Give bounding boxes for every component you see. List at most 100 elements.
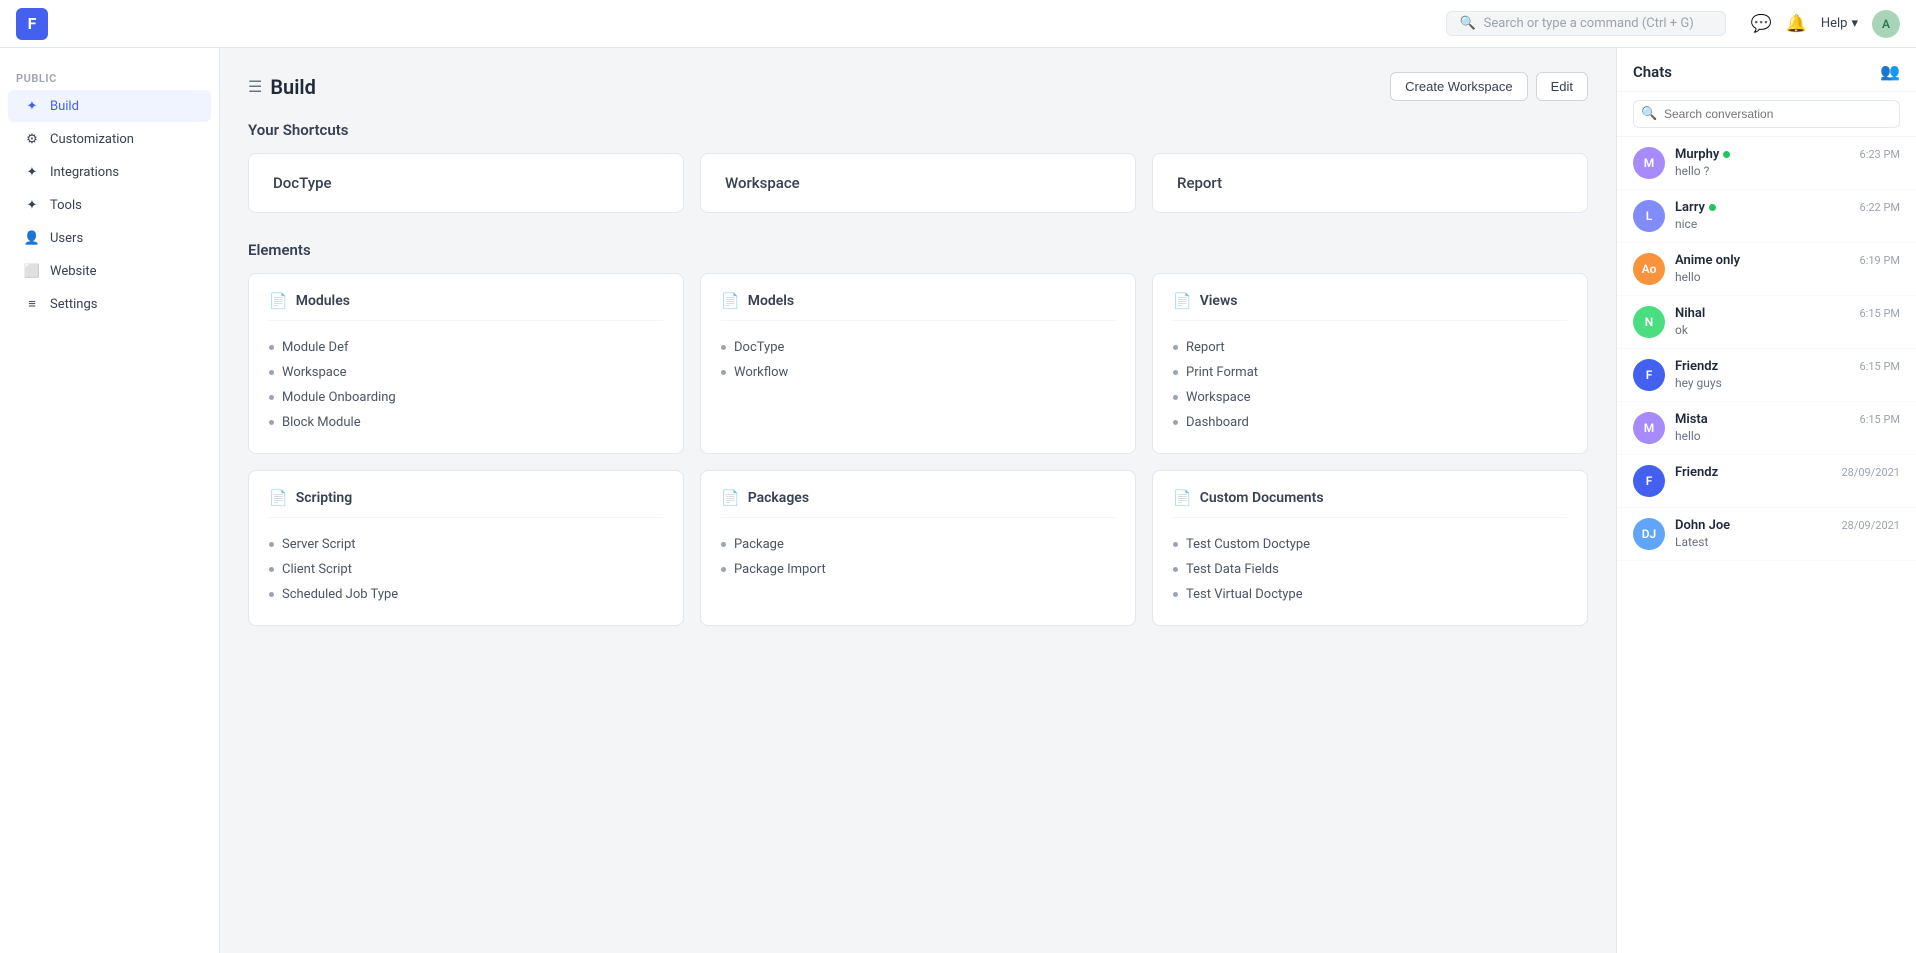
menu-toggle-icon[interactable]: ☰: [248, 77, 262, 96]
sidebar-item-customization[interactable]: ⚙ Customization: [8, 123, 211, 155]
element-card-custom-documents: 📄Custom Documents Test Custom Doctype Test…: [1152, 470, 1588, 626]
list-item[interactable]: Print Format: [1173, 360, 1567, 385]
sidebar-section-public: PUBLIC: [0, 64, 219, 89]
list-item[interactable]: Client Script: [269, 557, 663, 582]
chat-avatar: L: [1633, 200, 1665, 232]
chat-preview: ok: [1675, 323, 1900, 337]
element-item-label: Module Def: [282, 340, 349, 355]
chevron-down-icon: ▾: [1851, 16, 1858, 31]
chat-info: Nihal 6:15 PM ok: [1675, 306, 1900, 337]
element-card-header-modules: 📄Modules: [269, 292, 663, 321]
bullet-icon: [269, 542, 274, 547]
list-item[interactable]: Server Script: [269, 532, 663, 557]
sidebar-label-integrations: Integrations: [50, 165, 119, 180]
customization-icon: ⚙: [24, 131, 40, 147]
user-avatar[interactable]: A: [1872, 10, 1900, 38]
bullet-icon: [269, 567, 274, 572]
chat-avatar: DJ: [1633, 518, 1665, 550]
element-card-packages: 📄 Packages PackagePackage Import: [700, 470, 1136, 626]
sidebar-item-build[interactable]: ✦ Build: [8, 90, 211, 122]
bullet-icon: [269, 420, 274, 425]
chat-time: 6:23 PM: [1860, 148, 1900, 161]
settings-icon: ≡: [24, 296, 40, 312]
help-label: Help: [1821, 16, 1848, 31]
element-card-title: Views: [1200, 293, 1238, 309]
element-card-views: 📄 Views Report Print Format Workspace Dashboa…: [1152, 273, 1588, 454]
sidebar-item-integrations[interactable]: ✦ Integrations: [8, 156, 211, 188]
users-icon: 👤: [24, 230, 40, 246]
element-item-label: Print Format: [1186, 365, 1258, 380]
bullet-icon: [1173, 542, 1178, 547]
chat-preview: Latest: [1675, 535, 1900, 549]
bullet-icon: [721, 370, 726, 375]
doc-icon: 📄: [1173, 292, 1192, 310]
sidebar-item-tools[interactable]: ✦ Tools: [8, 189, 211, 221]
sidebar-item-settings[interactable]: ≡ Settings: [8, 288, 211, 320]
sidebar-item-users[interactable]: 👤 Users: [8, 222, 211, 254]
element-card-header-custom-documents: 📄Custom Documents: [1173, 489, 1567, 518]
create-workspace-button[interactable]: Create Workspace: [1390, 72, 1527, 101]
chat-users-icon[interactable]: 👥: [1880, 62, 1900, 81]
chat-list-item[interactable]: M Murphy 6:23 PM hello ?: [1617, 137, 1916, 190]
element-item-label: Workspace: [1186, 390, 1251, 405]
chat-list-item[interactable]: F Friendz 6:15 PM hey guys: [1617, 349, 1916, 402]
build-icon: ✦: [24, 98, 40, 114]
bell-icon[interactable]: 🔔: [1786, 14, 1807, 34]
shortcut-doctype[interactable]: DocType: [248, 153, 684, 213]
bullet-icon: [721, 542, 726, 547]
element-card-header-scripting: 📄Scripting: [269, 489, 663, 518]
chat-avatar: F: [1633, 359, 1665, 391]
list-item[interactable]: DocType: [721, 335, 1115, 360]
chat-icon[interactable]: 💬: [1750, 14, 1771, 34]
list-item[interactable]: Scheduled Job Type: [269, 582, 663, 607]
element-card-scripting: 📄Scripting Server ScriptClient ScriptSche…: [248, 470, 684, 626]
list-item[interactable]: Report: [1173, 335, 1567, 360]
list-item[interactable]: Workspace: [1173, 385, 1567, 410]
chat-list-item[interactable]: M Mista 6:15 PM hello: [1617, 402, 1916, 455]
shortcuts-title: Your Shortcuts: [248, 121, 1588, 139]
chat-list-item[interactable]: L Larry 6:22 PM nice: [1617, 190, 1916, 243]
bullet-icon: [1173, 345, 1178, 350]
element-item-label: Test Data Fields: [1186, 562, 1279, 577]
list-item[interactable]: Block Module: [269, 410, 663, 435]
list-item[interactable]: Package Import: [721, 557, 1115, 582]
chat-search-input[interactable]: [1633, 100, 1900, 128]
list-item[interactable]: Test Data Fields: [1173, 557, 1567, 582]
sidebar-item-website[interactable]: ⬜ Website: [8, 255, 211, 287]
doc-icon: 📄: [1173, 489, 1192, 507]
doc-icon: 📄: [721, 489, 740, 507]
list-item[interactable]: Workspace: [269, 360, 663, 385]
chat-list-item[interactable]: F Friendz 28/09/2021: [1617, 455, 1916, 508]
bullet-icon: [1173, 370, 1178, 375]
list-item[interactable]: Test Virtual Doctype: [1173, 582, 1567, 607]
bullet-icon: [1173, 395, 1178, 400]
shortcut-report[interactable]: Report: [1152, 153, 1588, 213]
chat-list: M Murphy 6:23 PM hello ? L Larry 6:22 PM…: [1617, 137, 1916, 953]
help-button[interactable]: Help ▾: [1821, 16, 1858, 31]
app-logo[interactable]: F: [16, 8, 48, 40]
chat-time: 6:15 PM: [1860, 307, 1900, 320]
element-card-header-models: 📄Models: [721, 292, 1115, 321]
list-item[interactable]: Test Custom Doctype: [1173, 532, 1567, 557]
sidebar-label-build: Build: [50, 99, 79, 114]
element-item-label: Test Virtual Doctype: [1186, 587, 1303, 602]
chat-name: Friendz: [1675, 359, 1718, 374]
list-item[interactable]: Module Def: [269, 335, 663, 360]
chat-list-item[interactable]: Ao Anime only 6:19 PM hello: [1617, 243, 1916, 296]
element-card-title: Packages: [748, 490, 809, 506]
list-item[interactable]: Module Onboarding: [269, 385, 663, 410]
bullet-icon: [269, 370, 274, 375]
bullet-icon: [721, 567, 726, 572]
edit-button[interactable]: Edit: [1536, 72, 1588, 101]
integrations-icon: ✦: [24, 164, 40, 180]
chat-list-item[interactable]: DJ Dohn Joe 28/09/2021 Latest: [1617, 508, 1916, 561]
list-item[interactable]: Dashboard: [1173, 410, 1567, 435]
chat-avatar: M: [1633, 412, 1665, 444]
chat-list-item[interactable]: N Nihal 6:15 PM ok: [1617, 296, 1916, 349]
element-card-modules: 📄Modules Module Def WorkspaceModule Onboar…: [248, 273, 684, 454]
chat-time: 28/09/2021: [1841, 519, 1900, 532]
shortcut-workspace[interactable]: Workspace: [700, 153, 1136, 213]
list-item[interactable]: Package: [721, 532, 1115, 557]
global-search[interactable]: 🔍 Search or type a command (Ctrl + G): [1446, 11, 1726, 36]
list-item[interactable]: Workflow: [721, 360, 1115, 385]
